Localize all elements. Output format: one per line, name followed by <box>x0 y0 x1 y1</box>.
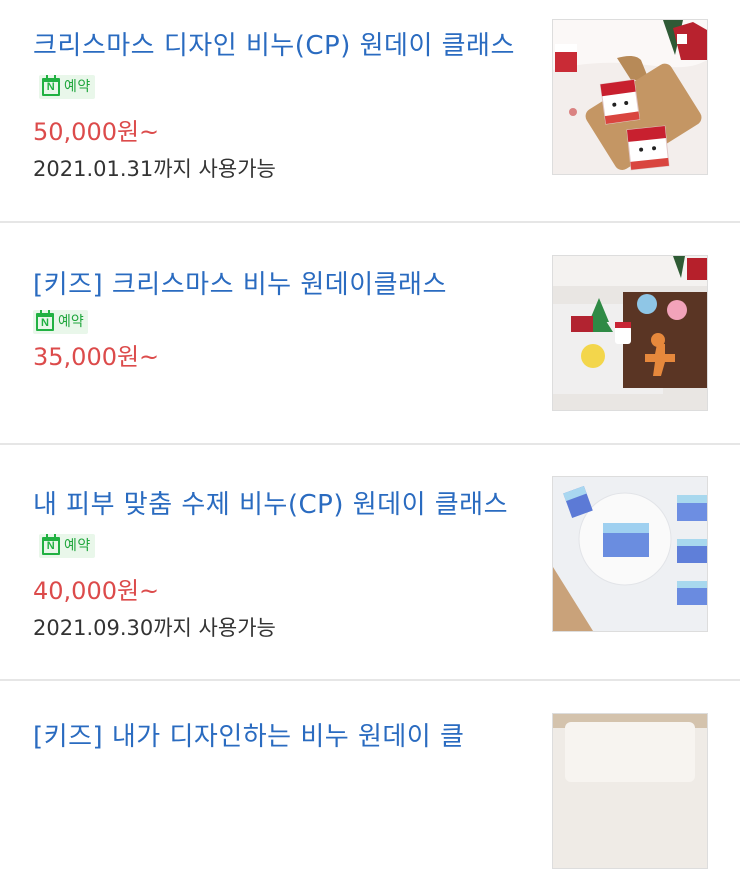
badge-label: 예약 <box>64 78 91 95</box>
item-title[interactable]: 내 피부 맞춤 수제 비누(CP) 원데이 클래스 N 예약 <box>33 485 523 565</box>
item-text: 내 피부 맞춤 수제 비누(CP) 원데이 클래스 N 예약 40,000원~ 20… <box>33 485 523 643</box>
christmas-kids-soap-photo <box>553 256 707 410</box>
badge-label: 예약 <box>64 537 91 554</box>
result-list: 크리스마스 디자인 비누(CP) 원데이 클래스 N 예약 50,000원~ 202… <box>0 0 740 869</box>
item-validity: 2021.09.30까지 사용가능 <box>33 616 276 640</box>
blue-handmade-soap-photo <box>553 477 707 631</box>
list-item[interactable]: 크리스마스 디자인 비누(CP) 원데이 클래스 N 예약 50,000원~ 202… <box>0 0 740 223</box>
item-title[interactable]: [키즈] 크리스마스 비누 원데이클래스 <box>33 265 523 305</box>
soap-photo <box>553 714 707 868</box>
item-price: 35,000원~ <box>33 343 160 371</box>
item-thumbnail[interactable] <box>552 255 708 411</box>
item-text: [키즈] 내가 디자인하는 비누 원데이 클 <box>33 717 523 757</box>
item-title-text[interactable]: 내 피부 맞춤 수제 비누(CP) 원데이 클래스 <box>33 490 508 520</box>
badge-label: 예약 <box>58 314 84 330</box>
list-item[interactable]: [키즈] 내가 디자인하는 비누 원데이 클 <box>0 681 740 869</box>
item-title[interactable]: [키즈] 내가 디자인하는 비누 원데이 클 <box>33 717 523 757</box>
item-price: 40,000원~ <box>33 577 160 605</box>
list-item[interactable]: 내 피부 맞춤 수제 비누(CP) 원데이 클래스 N 예약 40,000원~ 20… <box>0 445 740 681</box>
item-title[interactable]: 크리스마스 디자인 비누(CP) 원데이 클래스 N 예약 <box>33 26 523 106</box>
reservation-badge: N 예약 <box>39 74 95 99</box>
christmas-soap-santa-photo <box>553 20 707 174</box>
naver-calendar-icon: N <box>42 533 60 555</box>
item-text: [키즈] 크리스마스 비누 원데이클래스 N 예약 35,000원~ <box>33 265 523 373</box>
item-validity: 2021.01.31까지 사용가능 <box>33 157 276 181</box>
reservation-badge: N 예약 <box>33 310 88 334</box>
item-thumbnail[interactable] <box>552 713 708 869</box>
list-item[interactable]: [키즈] 크리스마스 비누 원데이클래스 N 예약 35,000원~ <box>0 223 740 445</box>
badge-row: N 예약 <box>33 305 523 339</box>
item-thumbnail[interactable] <box>552 19 708 175</box>
item-price: 50,000원~ <box>33 118 160 146</box>
reservation-badge: N 예약 <box>39 533 95 558</box>
item-title-text[interactable]: 크리스마스 디자인 비누(CP) 원데이 클래스 <box>33 31 515 61</box>
naver-calendar-icon: N <box>42 74 60 96</box>
naver-calendar-icon: N <box>36 310 54 331</box>
item-thumbnail[interactable] <box>552 476 708 632</box>
item-text: 크리스마스 디자인 비누(CP) 원데이 클래스 N 예약 50,000원~ 202… <box>33 26 523 184</box>
